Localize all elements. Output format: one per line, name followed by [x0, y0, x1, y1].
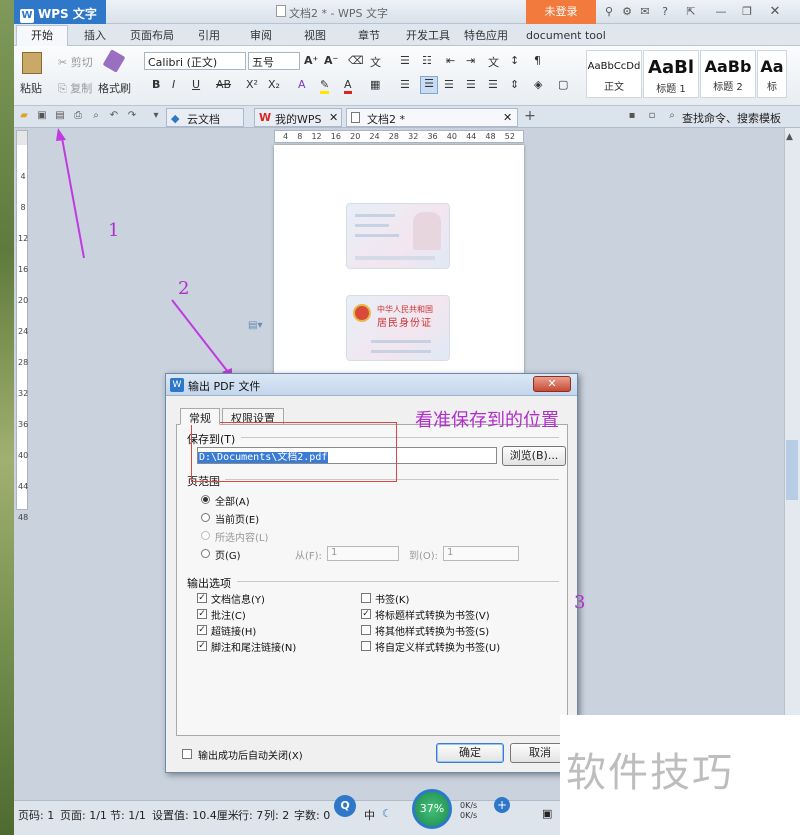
add-icon[interactable]: + — [494, 797, 510, 813]
range-all-label: 全部(A) — [215, 497, 250, 508]
status-column: 列: 2 — [264, 809, 290, 822]
bookmarks-checkbox[interactable] — [361, 593, 371, 603]
hyperlinks-label: 超链接(H) — [211, 627, 257, 638]
doc-info-checkbox[interactable]: ✓ — [197, 593, 207, 603]
annotation-step-3: 3 — [574, 592, 586, 613]
ok-button[interactable]: 确定 — [436, 743, 504, 763]
status-word-count[interactable]: 字数: 0 — [294, 807, 330, 823]
ime-moon-icon[interactable]: ☾ — [382, 807, 392, 820]
dialog-close-button[interactable]: ✕ — [533, 376, 571, 392]
status-section: 节: 1/1 — [110, 809, 146, 822]
watermark-text: 软件技巧 — [566, 750, 734, 796]
arrow-1-head — [56, 128, 66, 141]
wps-logo-icon: W — [170, 378, 184, 392]
doc-info-label: 文档信息(Y) — [211, 595, 265, 606]
bookmarks-label: 书签(K) — [375, 595, 410, 606]
view-mode-icon[interactable]: ▣ — [542, 807, 552, 820]
heading-bookmarks-checkbox[interactable]: ✓ — [361, 609, 371, 619]
group-divider — [237, 581, 559, 582]
custom-style-bookmarks-label: 将自定义样式转换为书签(U) — [375, 643, 501, 654]
from-stepper: 1 — [327, 546, 399, 561]
range-current-label: 当前页(E) — [215, 515, 260, 526]
status-row: 行: 7 — [238, 809, 264, 822]
network-speed: 0K/s 0K/s — [460, 801, 477, 821]
other-style-bookmarks-label: 将其他样式转换为书签(S) — [375, 627, 490, 638]
dialog-title: 输出 PDF 文件 — [188, 380, 261, 393]
dialog-title-bar[interactable]: W 输出 PDF 文件 ✕ — [166, 374, 577, 396]
comments-checkbox[interactable]: ✓ — [197, 609, 207, 619]
annotation-step-2: 2 — [178, 278, 190, 299]
net-up: 0K/s — [460, 801, 478, 810]
ime-language[interactable]: 中 — [364, 807, 375, 823]
ime-logo-icon[interactable]: Q — [334, 795, 356, 817]
to-stepper: 1 — [443, 546, 519, 561]
browse-button[interactable]: 浏览(B)... — [502, 446, 566, 466]
hyperlinks-checkbox[interactable]: ✓ — [197, 625, 207, 635]
arrow-2 — [171, 299, 229, 373]
other-style-bookmarks-checkbox[interactable] — [361, 625, 371, 635]
status-pages: 页面: 1/1 — [60, 809, 107, 822]
range-pages-label: 页(G) — [215, 551, 241, 562]
output-options-label: 输出选项 — [187, 577, 231, 590]
auto-close-checkbox[interactable] — [182, 749, 192, 759]
arrow-1 — [61, 137, 85, 259]
from-label: 从(F): — [295, 551, 322, 562]
annotation-step-1: 1 — [108, 220, 120, 241]
footnote-links-checkbox[interactable]: ✓ — [197, 641, 207, 651]
range-pages-radio[interactable] — [201, 549, 210, 558]
save-location-highlight — [191, 422, 397, 482]
comments-label: 批注(C) — [211, 611, 246, 622]
range-all-radio[interactable] — [201, 495, 210, 504]
to-label: 到(O): — [409, 551, 439, 562]
status-page-number: 页码: 1 — [18, 809, 55, 822]
auto-close-label: 输出成功后自动关闭(X) — [198, 751, 303, 762]
range-selection-radio — [201, 531, 210, 540]
status-setting-value: 设置值: 10.4厘米 — [152, 809, 239, 822]
heading-bookmarks-label: 将标题样式转换为书签(V) — [375, 611, 490, 622]
custom-style-bookmarks-checkbox[interactable] — [361, 641, 371, 651]
annotation-note: 看准保存到的位置 — [415, 410, 559, 431]
range-selection-label: 所选内容(L) — [215, 533, 269, 544]
tab-general[interactable]: 常规 — [180, 408, 220, 425]
cpu-usage-gauge[interactable]: 37% — [412, 789, 452, 829]
footnote-links-label: 脚注和尾注链接(N) — [211, 643, 297, 654]
net-down: 0K/s — [460, 811, 478, 820]
range-current-radio[interactable] — [201, 513, 210, 522]
